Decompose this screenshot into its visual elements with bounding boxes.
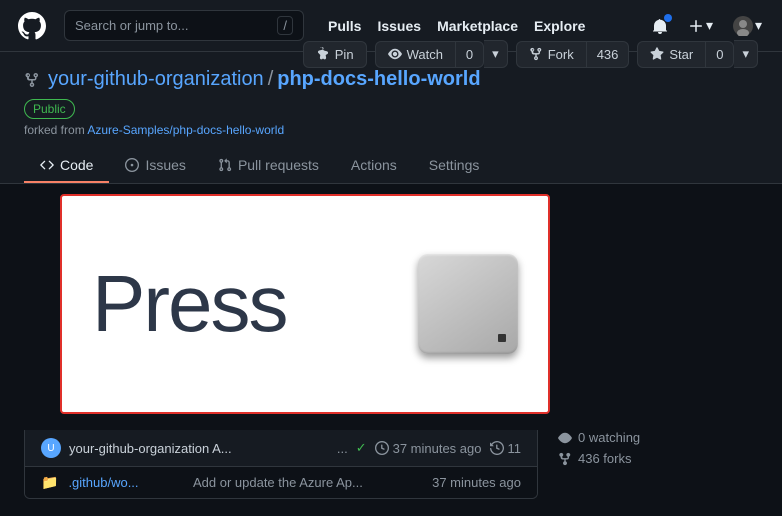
- nav-marketplace[interactable]: Marketplace: [437, 18, 518, 34]
- nav-links: Pulls Issues Marketplace Explore: [328, 18, 585, 34]
- commit-status-icon: ✓: [356, 440, 367, 456]
- star-count[interactable]: 0: [706, 41, 734, 68]
- press-overlay: Press: [60, 194, 550, 414]
- pin-label: Pin: [335, 47, 354, 62]
- nav-right: ▾ ▾: [648, 12, 766, 40]
- tab-issues[interactable]: Issues: [109, 149, 201, 183]
- repo-tabs: Code Issues Pull requests Actions Settin…: [24, 149, 758, 183]
- file-name[interactable]: .github/wo...: [68, 475, 183, 490]
- content-sidebar: 0 watching 436 forks: [558, 430, 758, 499]
- tab-settings-label: Settings: [429, 157, 480, 173]
- watching-count: 0 watching: [578, 430, 640, 445]
- tab-settings[interactable]: Settings: [413, 149, 496, 183]
- file-time: 37 minutes ago: [432, 475, 521, 490]
- star-caret[interactable]: ▾: [734, 40, 758, 68]
- github-logo[interactable]: [16, 10, 48, 42]
- key-cap: [418, 254, 518, 354]
- tab-actions-label: Actions: [351, 157, 397, 173]
- tab-code[interactable]: Code: [24, 149, 109, 183]
- commit-count: 11: [490, 441, 522, 456]
- commit-row: U your-github-organization A... ... ✓ 37…: [24, 430, 538, 467]
- key-dot: [498, 334, 506, 342]
- forks-count: 436 forks: [578, 451, 631, 466]
- fork-count[interactable]: 436: [587, 41, 630, 68]
- file-row[interactable]: 📁 .github/wo... Add or update the Azure …: [25, 467, 537, 498]
- star-button-group: Star 0 ▾: [637, 40, 758, 68]
- create-button[interactable]: ▾: [684, 13, 717, 38]
- commit-more-button[interactable]: ...: [337, 441, 348, 456]
- pin-button[interactable]: Pin: [303, 41, 367, 68]
- commit-time: 37 minutes ago: [375, 441, 482, 456]
- repo-org-link[interactable]: your-github-organization: [48, 68, 264, 91]
- notification-dot: [664, 14, 672, 22]
- content-main: U your-github-organization A... ... ✓ 37…: [24, 430, 538, 499]
- main-content: Press U your-github-organization A... ..…: [0, 184, 782, 515]
- tab-pullrequests[interactable]: Pull requests: [202, 149, 335, 183]
- user-avatar-button[interactable]: ▾: [729, 12, 766, 40]
- watch-caret[interactable]: ▾: [484, 40, 508, 68]
- nav-issues[interactable]: Issues: [377, 18, 421, 34]
- repo-actions: Pin Watch 0 ▾ Fork 436 Star 0 ▾: [303, 40, 758, 68]
- watch-label: Watch: [407, 47, 443, 62]
- fork-label: Fork: [548, 47, 574, 62]
- search-placeholder: Search or jump to...: [75, 18, 188, 33]
- search-box[interactable]: Search or jump to... /: [64, 10, 304, 41]
- fork-info: forked from Azure-Samples/php-docs-hello…: [24, 123, 758, 137]
- tab-actions[interactable]: Actions: [335, 149, 413, 183]
- tab-pr-label: Pull requests: [238, 157, 319, 173]
- search-shortcut: /: [277, 16, 293, 35]
- notifications-button[interactable]: [648, 14, 672, 38]
- nav-pulls[interactable]: Pulls: [328, 18, 361, 34]
- watch-button-group: Watch 0 ▾: [375, 40, 508, 68]
- breadcrumb: your-github-organization / php-docs-hell…: [24, 68, 758, 91]
- repo-name-link[interactable]: php-docs-hello-world: [277, 68, 480, 91]
- tab-code-label: Code: [60, 157, 93, 173]
- fork-button-group: Fork 436: [516, 41, 630, 68]
- folder-icon: 📁: [41, 474, 58, 491]
- fork-source-link[interactable]: Azure-Samples/php-docs-hello-world: [87, 123, 284, 137]
- visibility-badge: Public: [24, 99, 75, 119]
- watch-count[interactable]: 0: [456, 41, 484, 68]
- file-desc: Add or update the Azure Ap...: [193, 475, 422, 490]
- fork-button[interactable]: Fork: [516, 41, 587, 68]
- content-area: U your-github-organization A... ... ✓ 37…: [24, 430, 758, 499]
- press-text: Press: [92, 258, 287, 350]
- watching-stat: 0 watching: [558, 430, 758, 445]
- commit-author: your-github-organization A...: [69, 441, 329, 456]
- tab-issues-label: Issues: [145, 157, 185, 173]
- star-button[interactable]: Star: [637, 41, 706, 68]
- forks-stat: 436 forks: [558, 451, 758, 466]
- repo-header: Pin Watch 0 ▾ Fork 436 Star 0 ▾: [0, 52, 782, 184]
- commit-avatar: U: [41, 438, 61, 458]
- nav-explore[interactable]: Explore: [534, 18, 585, 34]
- watch-button[interactable]: Watch: [375, 41, 456, 68]
- file-list: 📁 .github/wo... Add or update the Azure …: [24, 467, 538, 499]
- star-label: Star: [669, 47, 693, 62]
